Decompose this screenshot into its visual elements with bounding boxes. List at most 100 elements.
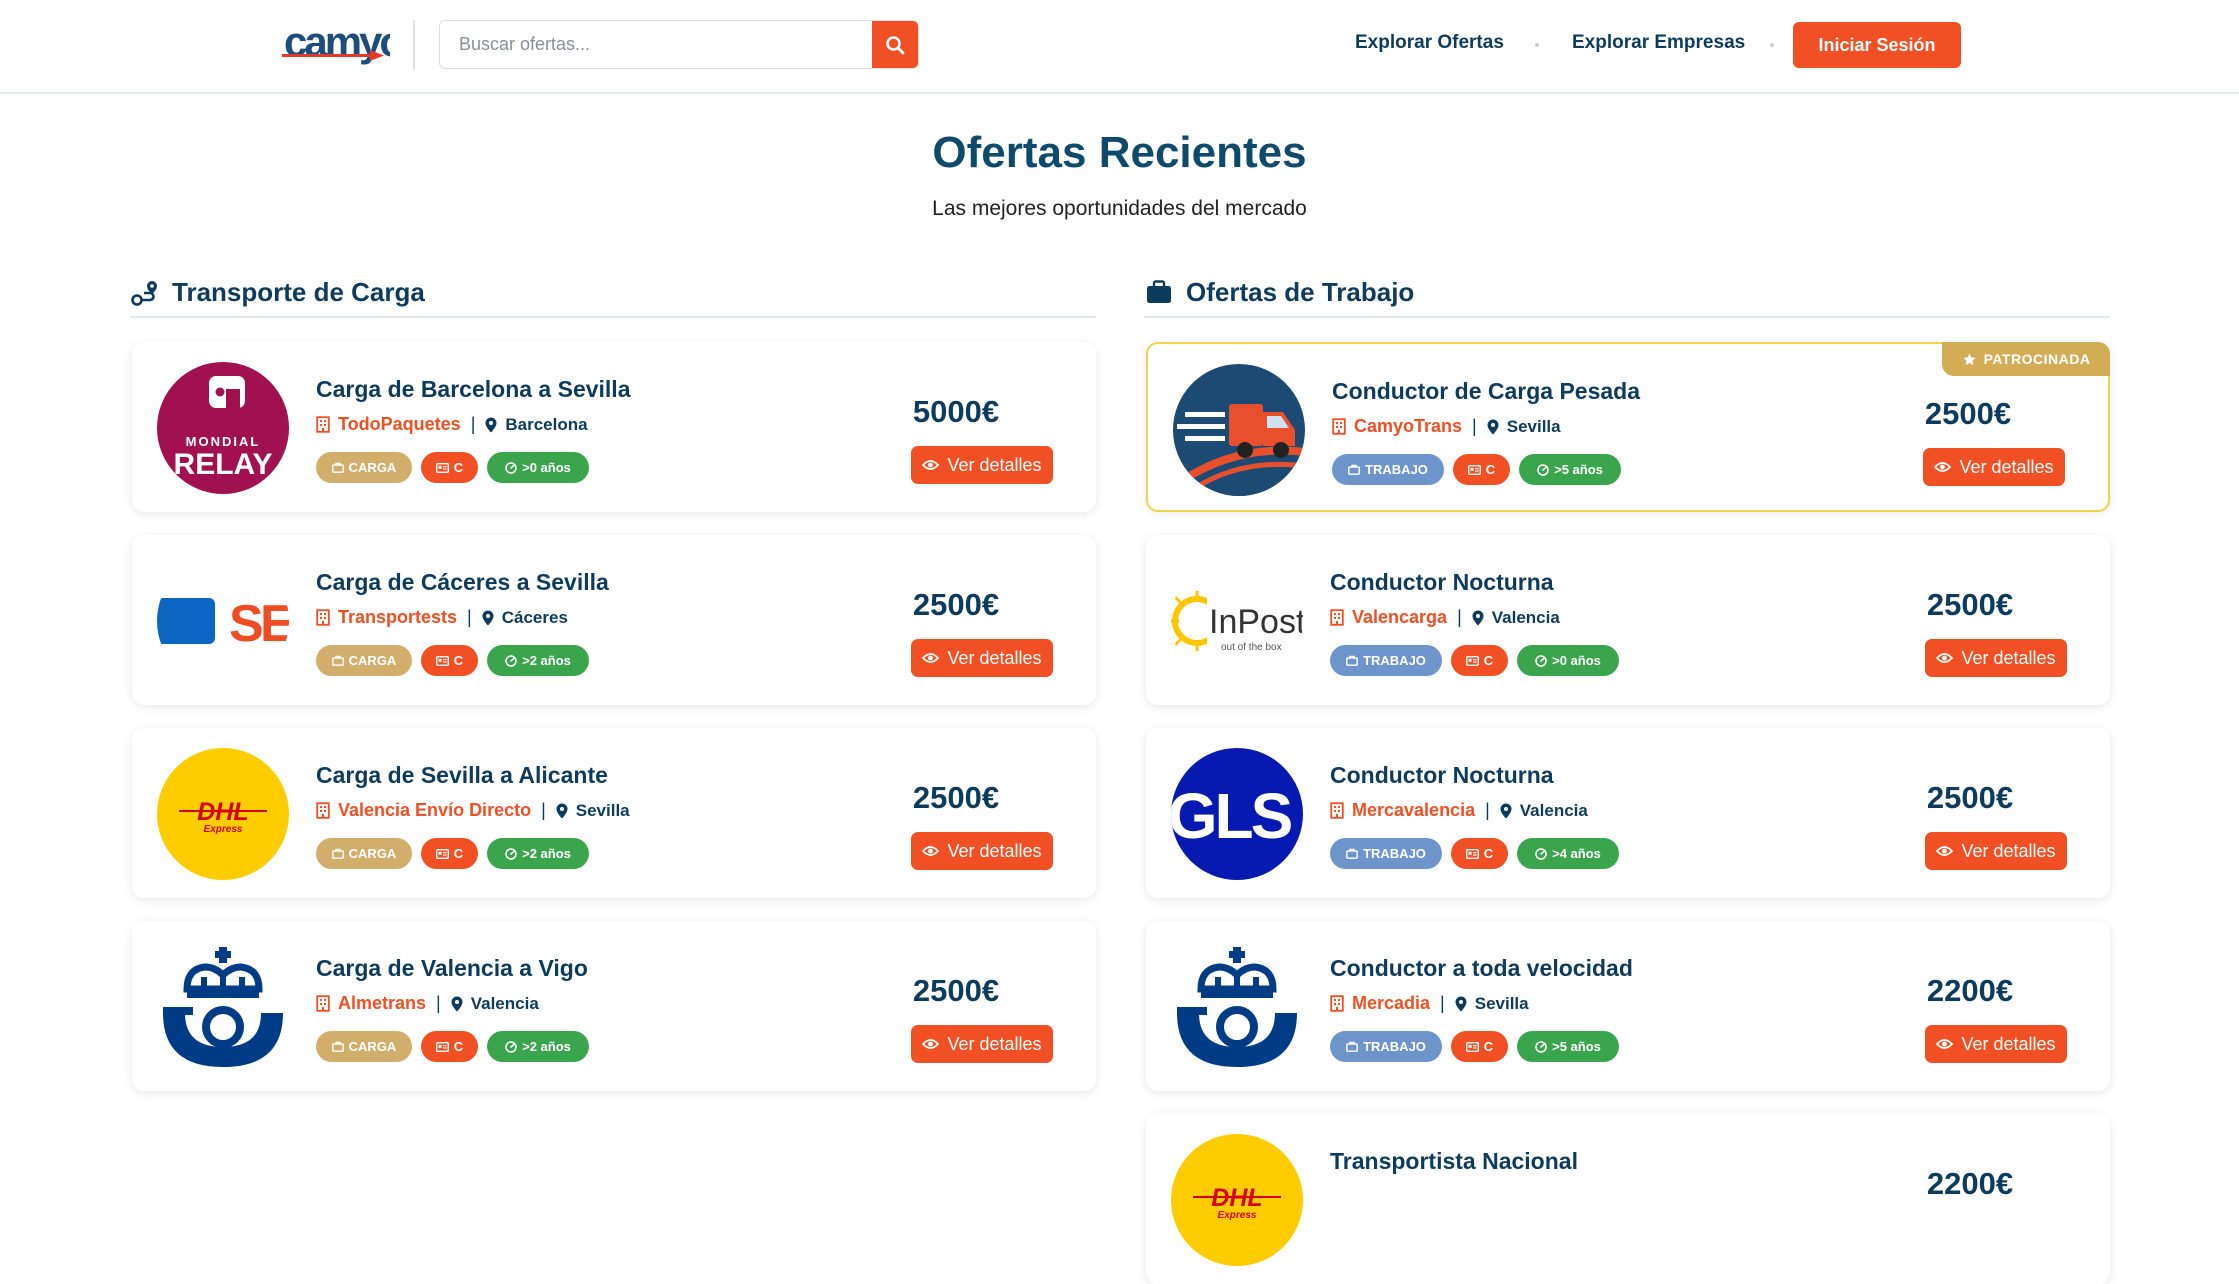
- job-offer-card[interactable]: InPost out of the box Conductor Nocturna …: [1146, 535, 2110, 705]
- cargo-offer-card[interactable]: Carga de Valencia a Vigo Almetrans | Val…: [132, 921, 1096, 1091]
- cargo-offer-card[interactable]: MONDIAL RELAY Carga de Barcelona a Sevill…: [132, 342, 1096, 512]
- jobs-section-header: Ofertas de Trabajo: [1144, 268, 2110, 318]
- briefcase-icon: [331, 848, 344, 859]
- license-icon: [1465, 655, 1479, 666]
- meta-separator: |: [1485, 800, 1490, 820]
- company-logo: MONDIAL RELAY: [157, 362, 289, 494]
- view-details-button[interactable]: Ver detalles: [911, 832, 1053, 870]
- offer-title[interactable]: Carga de Cáceres a Sevilla: [316, 569, 609, 596]
- offer-title[interactable]: Carga de Sevilla a Alicante: [316, 762, 608, 789]
- license-badge: C: [421, 838, 478, 869]
- company-link[interactable]: Valencia Envío Directo: [338, 800, 531, 821]
- experience-badge: >5 años: [1519, 454, 1621, 485]
- building-icon: [1330, 802, 1344, 819]
- building-icon: [1330, 609, 1344, 626]
- building-icon: [1330, 995, 1344, 1012]
- eye-icon: [922, 652, 940, 664]
- license-icon: [1465, 1041, 1479, 1052]
- eye-icon: [1934, 461, 1952, 473]
- gauge-icon: [1535, 1040, 1547, 1053]
- offer-price: 2500€: [1924, 396, 2012, 431]
- cargo-offer-card[interactable]: DHL Express Carga de Sevilla a Alicante V…: [132, 728, 1096, 898]
- view-details-button[interactable]: Ver detalles: [1923, 448, 2065, 486]
- license-badge: C: [421, 452, 478, 483]
- search-button[interactable]: [872, 21, 918, 68]
- meta-separator: |: [467, 607, 472, 627]
- gauge-icon: [1535, 847, 1547, 860]
- offer-title[interactable]: Conductor Nocturna: [1330, 762, 1554, 789]
- license-icon: [435, 462, 449, 473]
- offer-price: 5000€: [912, 394, 1000, 429]
- offer-meta: Almetrans | Valencia: [316, 993, 539, 1014]
- license-badge: C: [1451, 838, 1508, 869]
- login-button[interactable]: Iniciar Sesión: [1793, 22, 1961, 68]
- offer-title[interactable]: Transportista Nacional: [1330, 1148, 1578, 1175]
- company-link[interactable]: Transportests: [338, 607, 457, 628]
- license-icon: [435, 848, 449, 859]
- offer-meta: CamyoTrans | Sevilla: [1332, 416, 1561, 437]
- cargo-section-title: Transporte de Carga: [172, 276, 425, 307]
- svg-text:MONDIAL: MONDIAL: [186, 434, 261, 449]
- company-link[interactable]: Mercavalencia: [1352, 800, 1475, 821]
- job-offer-card[interactable]: GLS Conductor Nocturna Mercavalencia | Va…: [1146, 728, 2110, 898]
- company-link[interactable]: TodoPaquetes: [338, 414, 461, 435]
- nav-explore-offers[interactable]: Explorar Ofertas: [1355, 32, 1504, 54]
- offer-title[interactable]: Carga de Barcelona a Sevilla: [316, 376, 631, 403]
- offer-title[interactable]: Conductor a toda velocidad: [1330, 955, 1633, 982]
- nav-separator-dot: [1535, 43, 1539, 47]
- gauge-icon: [505, 654, 517, 667]
- job-offer-card[interactable]: Conductor a toda velocidad Mercadia | Se…: [1146, 921, 2110, 1091]
- camyo-logo[interactable]: camyo: [280, 10, 407, 80]
- license-badge: C: [1453, 454, 1510, 485]
- view-details-button[interactable]: Ver detalles: [1925, 832, 2067, 870]
- offer-meta: Valencarga | Valencia: [1330, 607, 1560, 628]
- license-badge: C: [421, 1031, 478, 1062]
- company-link[interactable]: Valencarga: [1352, 607, 1447, 628]
- offer-badges: CARGA C >2 años: [316, 838, 589, 869]
- offer-title[interactable]: Carga de Valencia a Vigo: [316, 955, 588, 982]
- experience-badge: >2 años: [487, 1031, 589, 1062]
- eye-icon: [1936, 845, 1954, 857]
- offer-meta: Valencia Envío Directo | Sevilla: [316, 800, 630, 821]
- search-icon: [886, 35, 905, 54]
- offer-city: Barcelona: [505, 414, 588, 434]
- view-details-button[interactable]: Ver detalles: [911, 1025, 1053, 1063]
- job-offer-card[interactable]: PATROCINADA Conductor de Carga Pesada Ca…: [1146, 342, 2110, 512]
- company-link[interactable]: Almetrans: [338, 993, 426, 1014]
- view-details-button[interactable]: Ver detalles: [911, 639, 1053, 677]
- company-link[interactable]: Mercadia: [1352, 993, 1430, 1014]
- license-icon: [435, 1041, 449, 1052]
- briefcase-icon: [1346, 655, 1358, 666]
- license-icon: [1465, 848, 1479, 859]
- offer-title[interactable]: Conductor de Carga Pesada: [1332, 378, 1640, 405]
- view-details-button[interactable]: Ver detalles: [911, 446, 1053, 484]
- type-badge: TRABAJO: [1332, 454, 1444, 485]
- type-badge: TRABAJO: [1330, 645, 1442, 676]
- sponsored-badge: PATROCINADA: [1942, 342, 2110, 376]
- meta-separator: |: [1472, 416, 1477, 436]
- offer-meta: Mercavalencia | Valencia: [1330, 800, 1588, 821]
- license-icon: [1467, 464, 1481, 475]
- building-icon: [1332, 418, 1346, 435]
- cargo-offer-card[interactable]: S E Carga de Cáceres a Sevilla Transporte…: [132, 535, 1096, 705]
- search-input[interactable]: [440, 21, 873, 68]
- location-pin-icon: [451, 996, 463, 1012]
- company-logo: [157, 941, 289, 1073]
- offer-city: Cáceres: [501, 607, 568, 627]
- view-details-button[interactable]: Ver detalles: [1925, 639, 2067, 677]
- experience-badge: >2 años: [487, 838, 589, 869]
- offer-city: Sevilla: [1474, 993, 1529, 1013]
- nav-explore-companies[interactable]: Explorar Empresas: [1572, 32, 1745, 54]
- offer-badges: TRABAJO C >5 años: [1332, 454, 1621, 485]
- type-badge: CARGA: [316, 452, 412, 483]
- view-details-button[interactable]: Ver detalles: [1925, 1025, 2067, 1063]
- company-link[interactable]: CamyoTrans: [1354, 416, 1462, 437]
- offer-city: Sevilla: [1506, 416, 1561, 436]
- offer-title[interactable]: Conductor Nocturna: [1330, 569, 1554, 596]
- building-icon: [316, 995, 330, 1012]
- company-logo: [1171, 941, 1303, 1073]
- eye-icon: [1936, 652, 1954, 664]
- job-offer-card[interactable]: DHL Express Transportista Nacional 2200€: [1146, 1114, 2110, 1284]
- briefcase-icon: [331, 1041, 344, 1052]
- cargo-section-header: Transporte de Carga: [130, 268, 1096, 318]
